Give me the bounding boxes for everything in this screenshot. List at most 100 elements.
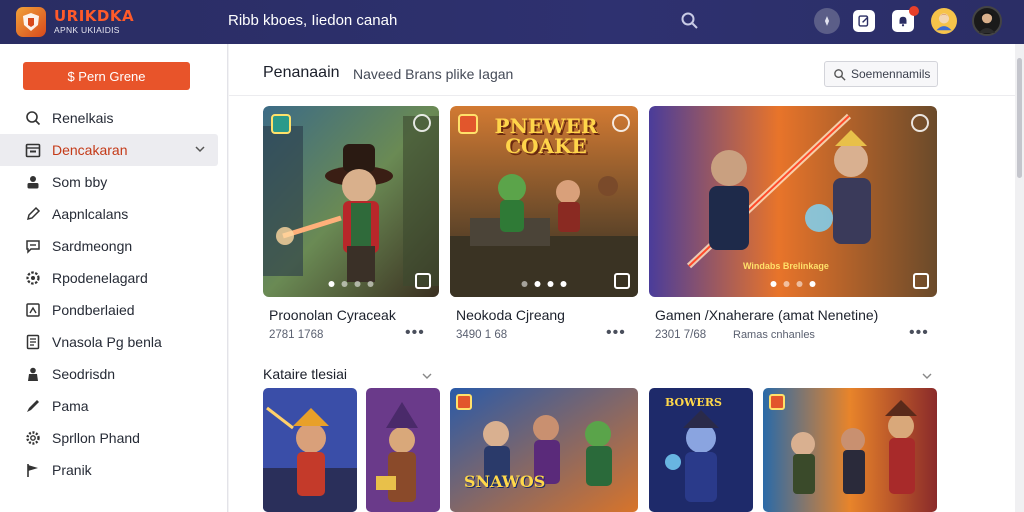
- pen-icon: [24, 205, 42, 223]
- search-input[interactable]: Soemennamils: [824, 61, 938, 87]
- scrollbar[interactable]: [1015, 44, 1024, 512]
- game-title[interactable]: Neokoda Cjreang: [456, 307, 565, 323]
- sidebar-item-label: Pranik: [52, 462, 92, 478]
- sidebar-item-label: Sardmeongn: [52, 238, 133, 254]
- new-game-button[interactable]: $ Pern Grene: [23, 62, 190, 90]
- sidebar-nav: Renelkais Dencakaran Som bby Aapnlcalans…: [0, 102, 228, 486]
- sidebar-item-label: Seodrisdn: [52, 366, 116, 382]
- scroll-thumb[interactable]: [1017, 58, 1022, 178]
- settings-icon: [24, 429, 42, 447]
- sidebar-item[interactable]: Som bby: [0, 166, 228, 198]
- sidebar-item[interactable]: Renelkais: [0, 102, 228, 134]
- share-icon[interactable]: [413, 114, 431, 132]
- gear-icon: [24, 269, 42, 287]
- sidebar-item-label: Vnasola Pg benla: [52, 334, 162, 350]
- flag-icon: [24, 461, 42, 479]
- bell-icon[interactable]: [892, 6, 919, 32]
- game-thumbnail[interactable]: BOWERS: [649, 388, 753, 512]
- app-logo[interactable]: URIKDKA APNK UKIAIDIS: [16, 5, 140, 39]
- sidebar-item-label: Pama: [52, 398, 89, 414]
- sidebar-item[interactable]: Rpodenelagard: [0, 262, 228, 294]
- sidebar-item-label: Rpodenelagard: [52, 270, 148, 286]
- game-thumbnail[interactable]: [763, 388, 937, 512]
- avatar[interactable]: [931, 8, 957, 34]
- sidebar-item-label: Som bby: [52, 174, 108, 190]
- game-card[interactable]: Windabs Brelinkage Gamen /Xnaherare (ama…: [649, 106, 937, 356]
- game-badge-icon: [456, 394, 472, 410]
- sidebar-item-label: Aapnlcalans: [52, 206, 129, 222]
- expand-icon[interactable]: [415, 273, 431, 289]
- brush-icon: [24, 397, 42, 415]
- sidebar-item[interactable]: Vnasola Pg benla: [0, 326, 228, 358]
- more-options-icon[interactable]: •••: [909, 324, 929, 342]
- main-content: Penanaain Naveed Brans plike Iagan Soeme…: [229, 44, 1015, 512]
- game-thumbnail[interactable]: PNEWER COAKE: [450, 106, 638, 297]
- search-icon: [834, 68, 846, 81]
- game-thumbnail[interactable]: SNAWOS: [450, 388, 638, 512]
- game-card[interactable]: Proonolan Cyraceak 2781 1768 •••: [263, 106, 439, 356]
- game-badge-icon: [271, 114, 291, 134]
- sidebar-item[interactable]: Aapnlcalans: [0, 198, 228, 230]
- compass-icon[interactable]: [814, 8, 840, 34]
- game-title[interactable]: Gamen /Xnaherare (amat Nenetine): [655, 307, 878, 323]
- person-icon: [24, 365, 42, 383]
- game-art-title: SNAWOS: [464, 472, 546, 491]
- game-meta: 2301 7/68: [655, 329, 707, 341]
- notification-dot: [909, 6, 919, 16]
- sidebar-item[interactable]: Sprllon Phand: [0, 422, 228, 454]
- sidebar-item-label: Sprllon Phand: [52, 430, 140, 446]
- share-icon[interactable]: [911, 114, 929, 132]
- more-options-icon[interactable]: •••: [606, 324, 626, 342]
- sidebar-item-active[interactable]: Dencakaran: [0, 134, 218, 166]
- user-avatar[interactable]: [972, 6, 1002, 36]
- sidebar: $ Pern Grene Renelkais Dencakaran Som bb…: [0, 44, 228, 512]
- logo-title: URIKDKA: [54, 7, 135, 26]
- sidebar-item-label: Pondberlaied: [52, 302, 135, 318]
- main-header: Penanaain Naveed Brans plike Iagan Soeme…: [229, 44, 1015, 96]
- chevron-down-icon[interactable]: [194, 143, 206, 155]
- page-title: Penanaain: [263, 64, 340, 81]
- sidebar-item[interactable]: Seodrisdn: [0, 358, 228, 390]
- header-title: Ribb kboes, Iiedon canah: [228, 12, 398, 29]
- sidebar-item[interactable]: Pranik: [0, 454, 228, 486]
- carousel-dots[interactable]: [328, 281, 374, 287]
- share-icon[interactable]: [612, 114, 630, 132]
- search-icon[interactable]: [680, 11, 700, 31]
- game-art-title: BOWERS: [665, 396, 722, 409]
- carousel-dots[interactable]: [521, 281, 567, 287]
- user-icon: [24, 173, 42, 191]
- sidebar-item[interactable]: Pama: [0, 390, 228, 422]
- section-title: Kataire tlesiai: [263, 366, 348, 382]
- expand-icon[interactable]: [913, 273, 929, 289]
- file-icon: [24, 333, 42, 351]
- search-icon: [24, 109, 42, 127]
- sidebar-item[interactable]: Pondberlaied: [0, 294, 228, 326]
- page-subtitle: Naveed Brans plike Iagan: [353, 66, 514, 82]
- game-subtitle: Ramas cnhanles: [733, 329, 815, 341]
- logo-subtitle: APNK UKIAIDIS: [54, 25, 120, 36]
- calendar-icon: [24, 141, 42, 159]
- game-badge-icon: [769, 394, 785, 410]
- game-meta: 2781 1768: [269, 329, 324, 341]
- logo-shield-icon: [16, 7, 46, 37]
- game-thumbnail[interactable]: [263, 388, 357, 512]
- game-thumbnail[interactable]: [366, 388, 440, 512]
- sidebar-item-label: Dencakaran: [52, 142, 128, 158]
- chat-icon: [24, 237, 42, 255]
- search-label: Soemennamils: [851, 67, 931, 81]
- game-thumbnail[interactable]: Windabs Brelinkage: [649, 106, 937, 297]
- game-title[interactable]: Proonolan Cyraceak: [269, 307, 396, 323]
- chevron-down-icon[interactable]: [421, 370, 433, 382]
- sidebar-item[interactable]: Sardmeongn: [0, 230, 228, 262]
- carousel-dots[interactable]: [770, 281, 816, 287]
- more-options-icon[interactable]: •••: [405, 324, 425, 342]
- game-card[interactable]: PNEWER COAKE Neokoda Cjreang 3490 1 68 •…: [450, 106, 638, 356]
- game-thumbnail[interactable]: [263, 106, 439, 297]
- expand-icon[interactable]: [614, 273, 630, 289]
- sidebar-item-label: Renelkais: [52, 110, 114, 126]
- chevron-down-icon[interactable]: [921, 370, 933, 382]
- game-art-caption: Windabs Brelinkage: [743, 261, 829, 271]
- game-meta: 3490 1 68: [456, 329, 508, 341]
- edit-icon[interactable]: [853, 10, 875, 32]
- top-bar: URIKDKA APNK UKIAIDIS Ribb kboes, Iiedon…: [0, 0, 1024, 44]
